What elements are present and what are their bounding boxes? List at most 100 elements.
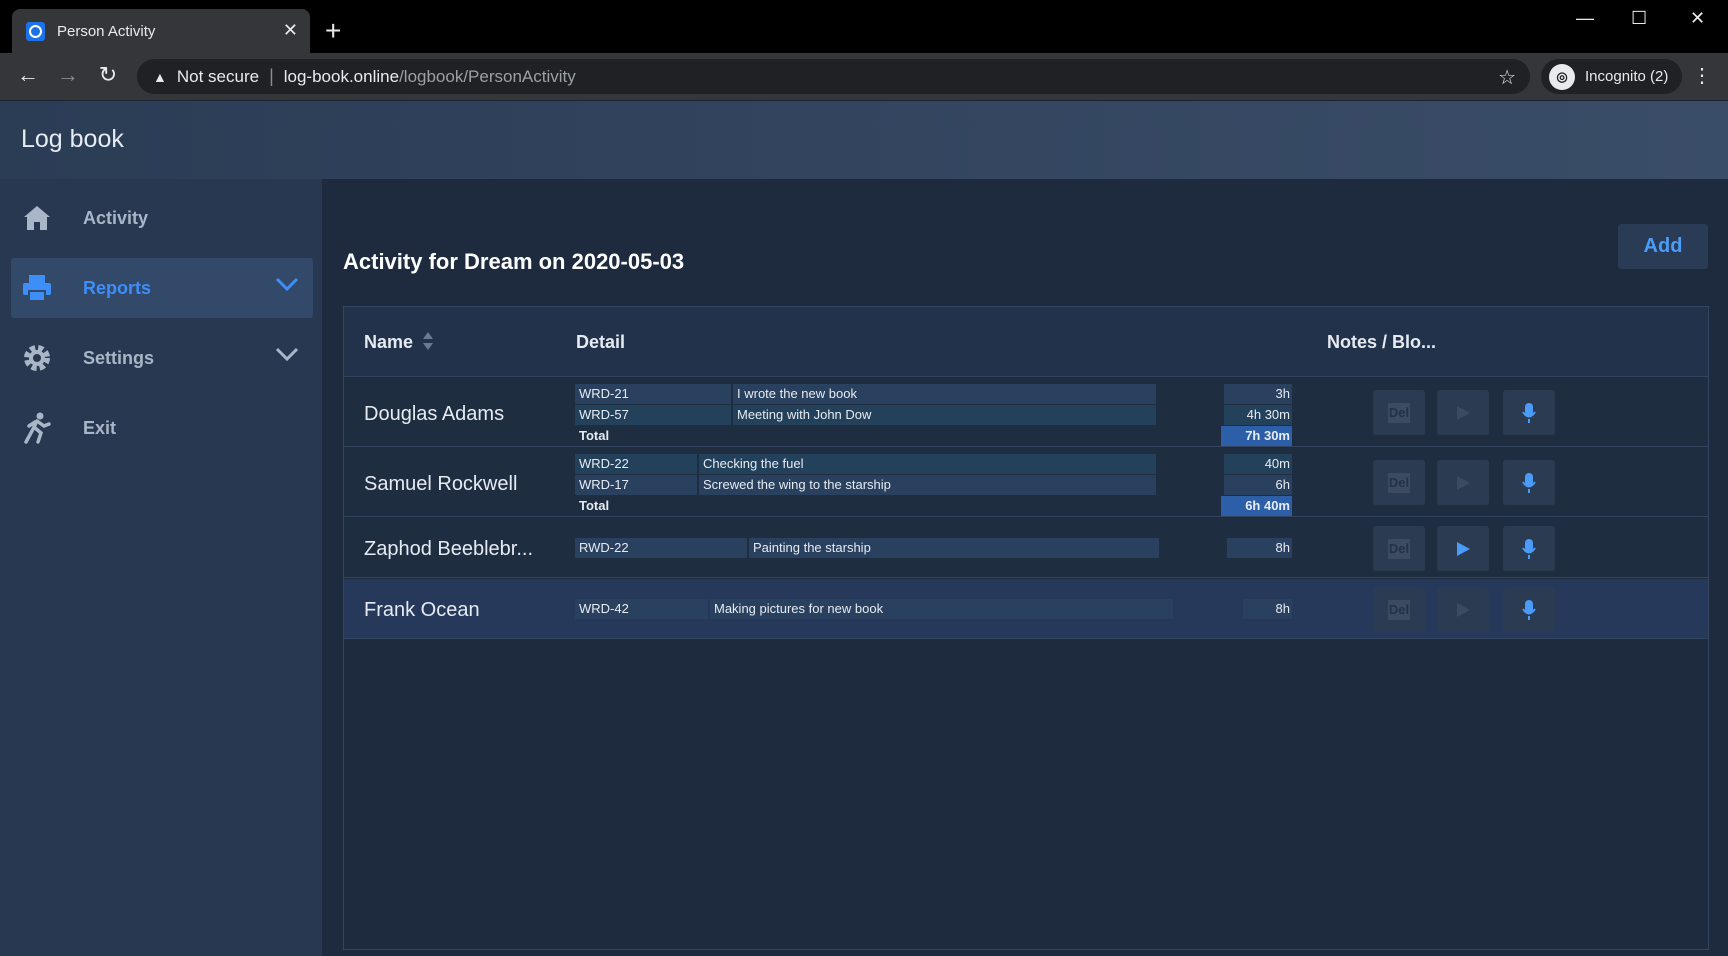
- entry-description: I wrote the new book: [733, 384, 1156, 404]
- total-label: Total: [575, 426, 1215, 446]
- browser-menu-icon[interactable]: ⋮: [1692, 63, 1712, 88]
- bookmark-star-icon[interactable]: ☆: [1498, 65, 1516, 90]
- entry-code: WRD-22: [575, 454, 697, 474]
- del-label: Del: [1388, 599, 1410, 620]
- detail-table: RWD-22 Painting the starship 8h: [575, 538, 1292, 559]
- address-bar[interactable]: ▲ Not secure | log-book.online/logbook/P…: [137, 59, 1530, 94]
- detail-table: WRD-42 Making pictures for new book 8h: [575, 599, 1292, 620]
- entry-duration: 40m: [1224, 454, 1292, 474]
- del-label: Del: [1388, 472, 1410, 493]
- detail-entry: WRD-57 Meeting with John Dow 4h 30m: [575, 405, 1292, 426]
- warning-icon: ▲: [153, 68, 167, 85]
- page-title: Activity for Dream on 2020-05-03: [343, 249, 685, 274]
- incognito-label: Incognito (2): [1585, 68, 1669, 85]
- add-button[interactable]: Add: [1618, 224, 1708, 269]
- entry-code: WRD-42: [575, 599, 708, 619]
- table-row[interactable]: Douglas Adams WRD-21 I wrote the new boo…: [344, 378, 1708, 447]
- back-icon[interactable]: ←: [15, 63, 41, 87]
- detail-entry: WRD-22 Checking the fuel 40m: [575, 454, 1292, 475]
- column-header-name[interactable]: Name: [364, 332, 413, 353]
- table-row[interactable]: Frank Ocean WRD-42 Making pictures for n…: [344, 579, 1708, 639]
- chevron-down-icon[interactable]: [275, 346, 299, 367]
- play-icon: [1457, 475, 1470, 490]
- browser-tab[interactable]: Person Activity ✕: [12, 9, 310, 53]
- play-button[interactable]: [1437, 460, 1489, 505]
- security-label: Not secure: [176, 66, 260, 86]
- person-name: Douglas Adams: [364, 403, 505, 425]
- entry-duration: 4h 30m: [1224, 405, 1292, 425]
- table-row[interactable]: Zaphod Beeblebr... RWD-22 Painting the s…: [344, 518, 1708, 578]
- favicon-icon: [26, 21, 45, 41]
- detail-entry: WRD-17 Screwed the wing to the starship …: [575, 475, 1292, 496]
- record-button[interactable]: [1503, 460, 1555, 505]
- entry-duration: 3h: [1224, 384, 1292, 404]
- delete-button[interactable]: Del: [1373, 526, 1425, 571]
- tab-close-icon[interactable]: ✕: [283, 21, 298, 39]
- sidebar-item-reports[interactable]: Reports: [11, 258, 313, 318]
- main-content: Activity for Dream on 2020-05-03 Add Nam…: [322, 179, 1728, 956]
- sidebar-item-activity[interactable]: Activity: [11, 188, 313, 248]
- entry-description: Making pictures for new book: [710, 599, 1173, 619]
- reload-icon[interactable]: ↻: [95, 63, 121, 87]
- table-row[interactable]: Samuel Rockwell WRD-22 Checking the fuel…: [344, 448, 1708, 517]
- url-host: log-book.online: [283, 66, 400, 86]
- detail-table: WRD-21 I wrote the new book 3h WRD-57 Me…: [575, 384, 1292, 447]
- delete-button[interactable]: Del: [1373, 390, 1425, 435]
- entry-description: Painting the starship: [749, 538, 1159, 558]
- entry-duration: 8h: [1243, 599, 1292, 619]
- entry-description: Screwed the wing to the starship: [699, 475, 1156, 495]
- detail-entry: RWD-22 Painting the starship 8h: [575, 538, 1292, 559]
- minimize-icon[interactable]: —: [1576, 8, 1594, 29]
- play-button[interactable]: [1437, 526, 1489, 571]
- printer-icon: [20, 271, 54, 305]
- grid-header: Name Detail Notes / Blo...: [344, 307, 1708, 377]
- forward-icon[interactable]: →: [55, 63, 81, 87]
- incognito-badge[interactable]: ◎ Incognito (2): [1541, 59, 1683, 94]
- person-name: Samuel Rockwell: [364, 473, 518, 495]
- column-header-notes[interactable]: Notes / Blo...: [1327, 332, 1436, 353]
- sidebar-item-label: Exit: [83, 417, 117, 438]
- total-label: Total: [575, 496, 1215, 516]
- running-person-icon: [20, 411, 54, 445]
- url-path: /logbook/PersonActivity: [399, 66, 576, 86]
- sort-icon[interactable]: [422, 331, 434, 351]
- sidebar-item-exit[interactable]: Exit: [11, 398, 313, 458]
- person-name: Zaphod Beeblebr...: [364, 538, 534, 560]
- column-header-detail[interactable]: Detail: [576, 332, 625, 353]
- sidebar: Activity Reports Settings Exit: [0, 179, 322, 956]
- chevron-down-icon[interactable]: [275, 276, 299, 297]
- home-icon: [20, 201, 54, 235]
- record-button[interactable]: [1503, 587, 1555, 632]
- record-button[interactable]: [1503, 390, 1555, 435]
- incognito-icon: ◎: [1549, 63, 1575, 90]
- person-name: Frank Ocean: [364, 599, 480, 621]
- entry-description: Checking the fuel: [699, 454, 1156, 474]
- play-icon: [1457, 541, 1470, 556]
- app-brand: Log book: [21, 125, 124, 153]
- gear-icon: [20, 341, 54, 375]
- detail-total: Total 7h 30m: [575, 426, 1292, 447]
- new-tab-button[interactable]: +: [325, 17, 341, 45]
- record-button[interactable]: [1503, 526, 1555, 571]
- activity-grid: Name Detail Notes / Blo... Douglas Adams…: [343, 306, 1709, 950]
- detail-table: WRD-22 Checking the fuel 40m WRD-17 Scre…: [575, 454, 1292, 517]
- sidebar-item-settings[interactable]: Settings: [11, 328, 313, 388]
- delete-button[interactable]: Del: [1373, 587, 1425, 632]
- play-button[interactable]: [1437, 390, 1489, 435]
- entry-code: WRD-21: [575, 384, 731, 404]
- entry-code: WRD-57: [575, 405, 731, 425]
- window-close-icon[interactable]: ✕: [1690, 8, 1705, 29]
- sidebar-item-label: Activity: [83, 207, 149, 228]
- play-button[interactable]: [1437, 587, 1489, 632]
- sidebar-item-label: Settings: [83, 347, 155, 368]
- total-duration: 7h 30m: [1221, 426, 1292, 446]
- delete-button[interactable]: Del: [1373, 460, 1425, 505]
- detail-entry: WRD-42 Making pictures for new book 8h: [575, 599, 1292, 620]
- total-duration: 6h 40m: [1221, 496, 1292, 516]
- entry-code: RWD-22: [575, 538, 747, 558]
- microphone-icon: [1522, 402, 1536, 423]
- microphone-icon: [1522, 472, 1536, 493]
- maximize-icon[interactable]: ☐: [1631, 8, 1647, 29]
- entry-duration: 8h: [1227, 538, 1292, 558]
- browser-toolbar: ← → ↻ ▲ Not secure | log-book.online/log…: [0, 53, 1728, 100]
